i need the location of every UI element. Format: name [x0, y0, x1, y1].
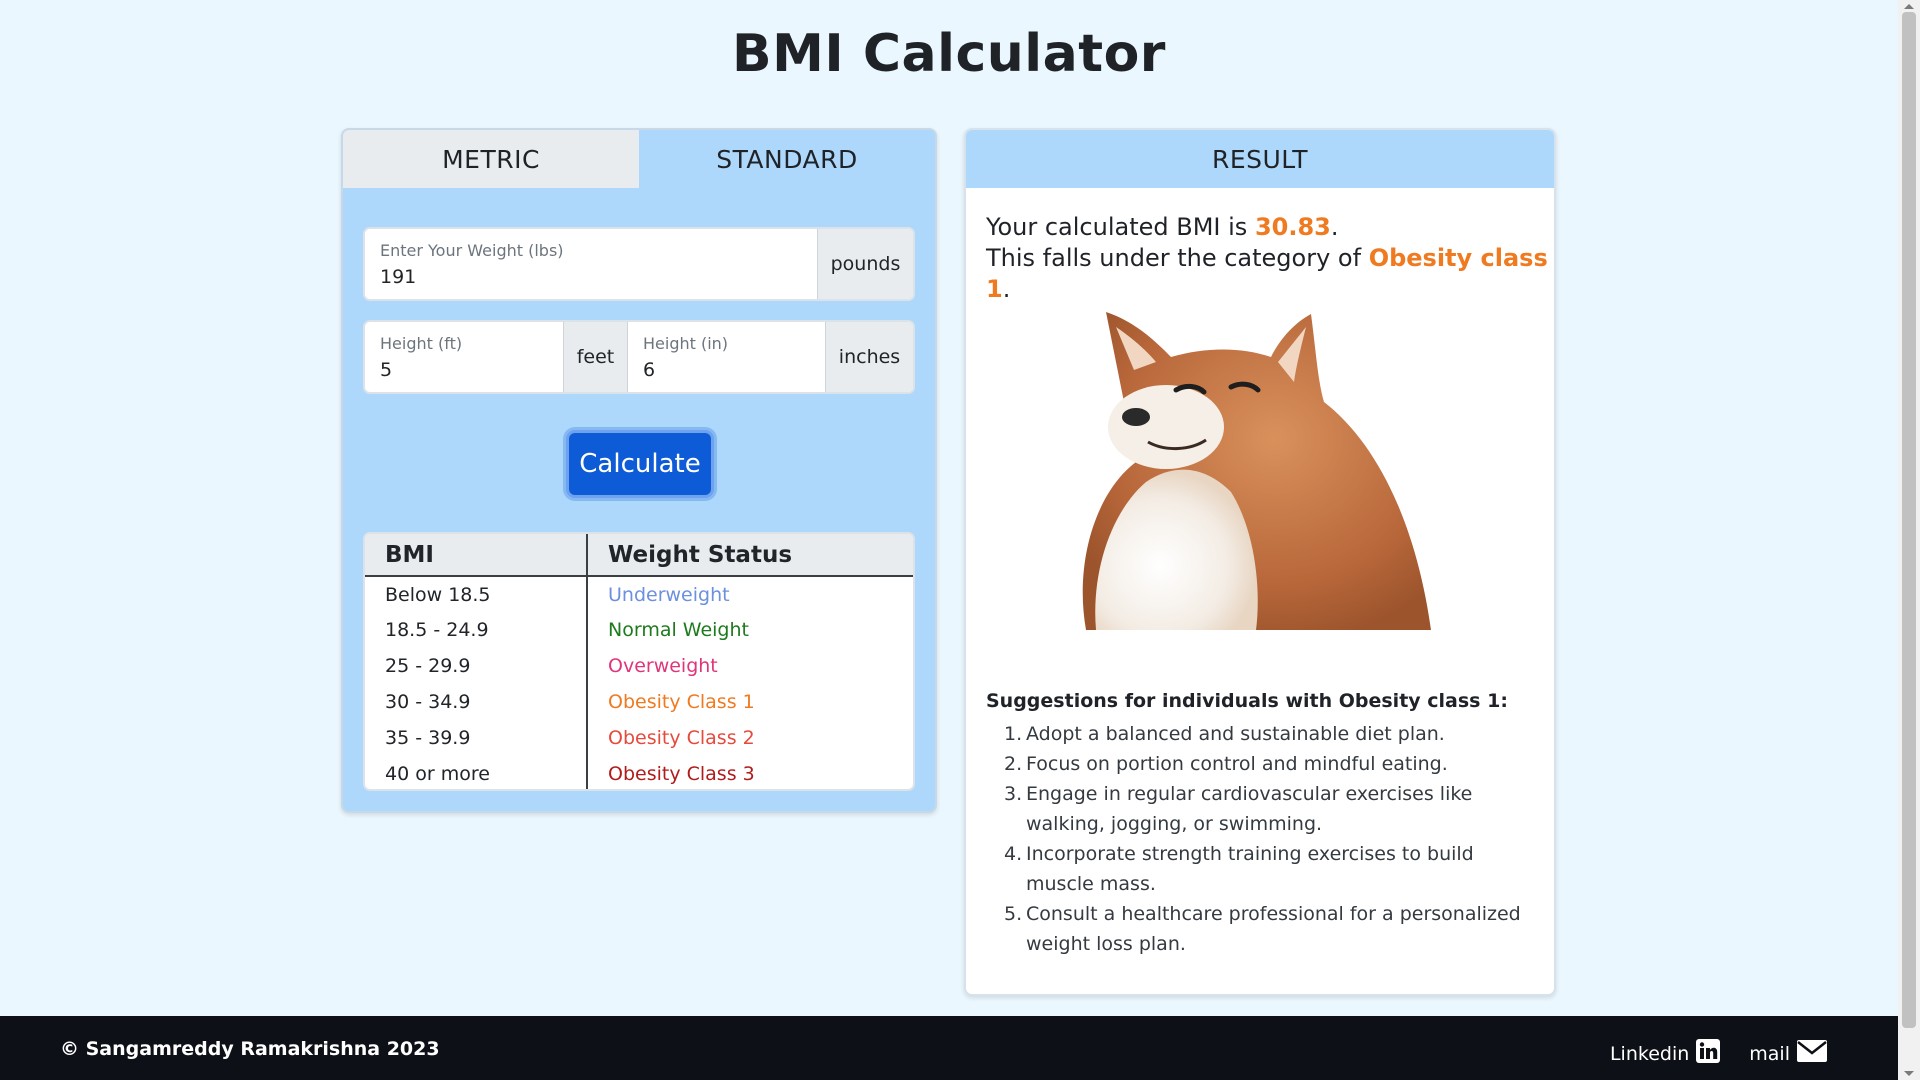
- table-row: 35 - 39.9 Obesity Class 2: [365, 720, 913, 756]
- result-bmi-suffix: .: [1330, 213, 1339, 241]
- bmi-range: Below 18.5: [365, 576, 588, 612]
- height-ft-label: Height (ft): [380, 334, 463, 353]
- table-row: 30 - 34.9 Obesity Class 1: [365, 684, 913, 720]
- weight-status: Overweight: [608, 655, 718, 677]
- weight-input[interactable]: 191: [380, 266, 817, 288]
- scroll-thumb[interactable]: [1902, 12, 1916, 1028]
- bmi-table: BMI Weight Status Below 18.5 Underweight…: [363, 532, 915, 791]
- height-in-field[interactable]: Height (in) 6: [627, 322, 825, 392]
- weight-status: Obesity Class 3: [608, 763, 755, 785]
- linkedin-label: Linkedin: [1609, 1042, 1690, 1065]
- table-row: 25 - 29.9 Overweight: [365, 648, 913, 684]
- result-bmi-prefix: Your calculated BMI is: [986, 213, 1255, 241]
- weight-label: Enter Your Weight (lbs): [380, 241, 564, 260]
- table-header-bmi: BMI: [365, 534, 588, 577]
- bmi-range: 30 - 34.9: [365, 684, 588, 720]
- result-category-suffix: .: [1002, 275, 1011, 303]
- bmi-range: 40 or more: [365, 756, 588, 789]
- bmi-range: 35 - 39.9: [365, 720, 588, 756]
- suggestion-item: 5. Consult a healthcare professional for …: [1004, 903, 1521, 955]
- height-in-label: Height (in): [643, 334, 729, 353]
- table-row: 18.5 - 24.9 Normal Weight: [365, 612, 913, 648]
- bmi-range: 25 - 29.9: [365, 648, 588, 684]
- tab-standard[interactable]: STANDARD: [639, 130, 935, 188]
- mail-link[interactable]: mail: [1749, 1038, 1828, 1069]
- table-row: 40 or more Obesity Class 3: [365, 756, 913, 789]
- page-title: BMI Calculator: [732, 24, 1166, 84]
- result-image: [1056, 292, 1466, 632]
- footer-links: Linkedin mail: [1610, 1038, 1828, 1069]
- height-input-group: Height (ft) 5 feet Height (in) 6 inches: [363, 320, 915, 394]
- result-card: RESULT Your calculated BMI is 30.83. Thi…: [964, 128, 1556, 996]
- tab-metric[interactable]: METRIC: [343, 130, 639, 188]
- weight-input-group: Enter Your Weight (lbs) 191 pounds: [363, 227, 915, 301]
- weight-status: Underweight: [608, 583, 730, 606]
- weight-unit: pounds: [817, 229, 913, 299]
- height-ft-field[interactable]: Height (ft) 5: [365, 322, 563, 392]
- suggestion-item: 2. Focus on portion control and mindful e…: [1004, 753, 1448, 775]
- weight-field[interactable]: Enter Your Weight (lbs) 191: [365, 229, 817, 299]
- height-ft-unit: feet: [563, 322, 627, 392]
- suggestion-item: 3. Engage in regular cardiovascular exerc…: [1004, 783, 1473, 835]
- footer: © Sangamreddy Ramakrishna 2023 Linkedin …: [0, 1016, 1898, 1080]
- mail-label: mail: [1749, 1042, 1790, 1065]
- height-in-unit: inches: [825, 322, 913, 392]
- weight-status: Obesity Class 2: [608, 727, 755, 749]
- suggestion-text: Incorporate strength training exercises …: [1026, 843, 1474, 895]
- table-header-row: BMI Weight Status: [365, 534, 913, 577]
- suggestion-text: Engage in regular cardiovascular exercis…: [1026, 783, 1473, 835]
- scroll-down-icon[interactable]: [1904, 1071, 1914, 1076]
- calculate-button[interactable]: Calculate: [566, 430, 714, 498]
- suggestion-text: Focus on portion control and mindful eat…: [1026, 753, 1448, 775]
- copyright: © Sangamreddy Ramakrishna 2023: [60, 1038, 440, 1060]
- bmi-range: 18.5 - 24.9: [365, 612, 588, 648]
- suggestions-list: 1. Adopt a balanced and sustainable diet …: [986, 719, 1526, 959]
- result-bmi-line: Your calculated BMI is 30.83.: [986, 212, 1554, 243]
- result-category-prefix: This falls under the category of: [986, 244, 1369, 272]
- linkedin-icon: [1695, 1038, 1721, 1069]
- unit-tabs: METRIC STANDARD: [343, 130, 935, 188]
- table-header-status: Weight Status: [587, 534, 913, 577]
- mail-icon: [1796, 1039, 1828, 1068]
- linkedin-link[interactable]: Linkedin: [1610, 1038, 1721, 1069]
- result-header: RESULT: [966, 130, 1554, 188]
- result-bmi-value: 30.83: [1254, 213, 1331, 241]
- suggestion-item: 4. Incorporate strength training exercise…: [1004, 843, 1474, 895]
- suggestion-item: 1. Adopt a balanced and sustainable diet …: [1004, 723, 1445, 745]
- page-scrollbar[interactable]: [1898, 0, 1920, 1080]
- weight-status: Normal Weight: [608, 619, 749, 641]
- table-row: Below 18.5 Underweight: [365, 576, 913, 612]
- height-in-input[interactable]: 6: [643, 359, 825, 381]
- suggestion-text: Adopt a balanced and sustainable diet pl…: [1026, 723, 1445, 745]
- weight-status: Obesity Class 1: [608, 691, 755, 713]
- suggestions-title: Suggestions for individuals with Obesity…: [986, 690, 1508, 712]
- scroll-up-icon[interactable]: [1904, 4, 1914, 9]
- calculator-card: METRIC STANDARD Enter Your Weight (lbs) …: [341, 128, 937, 813]
- height-ft-input[interactable]: 5: [380, 359, 563, 381]
- suggestion-text: Consult a healthcare professional for a …: [1026, 903, 1521, 955]
